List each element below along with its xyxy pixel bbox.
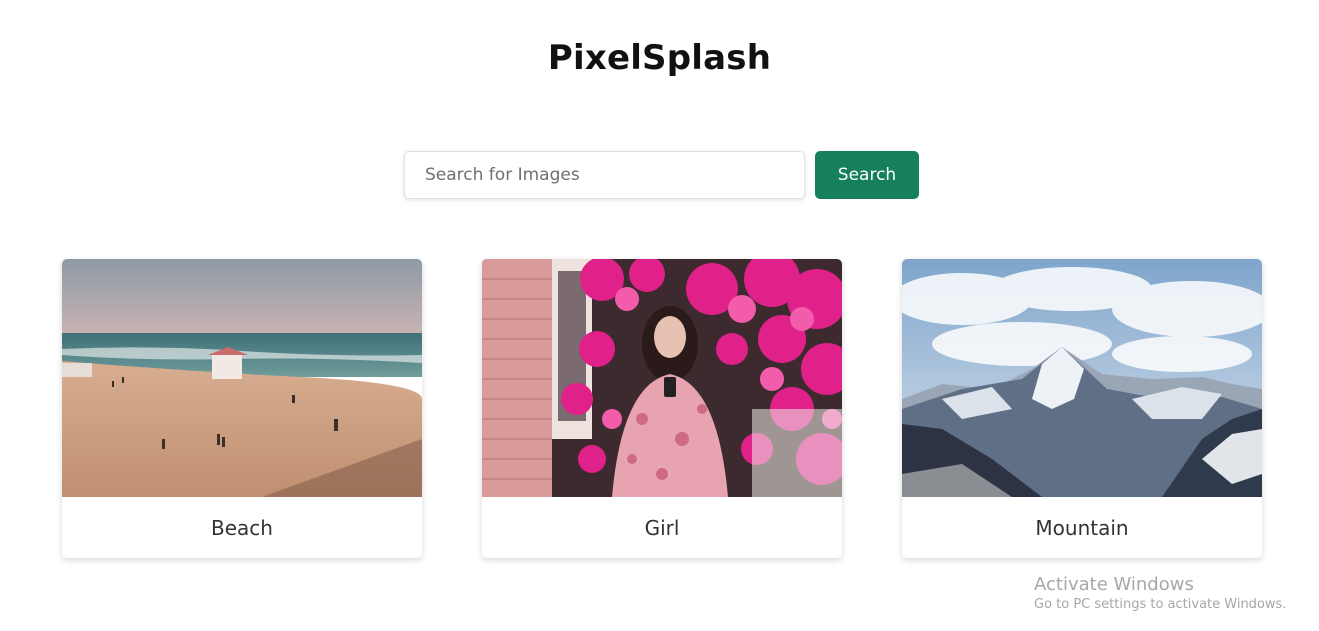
card-label: Mountain <box>1035 515 1129 540</box>
page: PixelSplash Search for Images Search Bea… <box>0 0 1319 631</box>
activate-windows-watermark: Activate Windows Go to PC settings to ac… <box>1034 574 1286 612</box>
watermark-title: Activate Windows <box>1034 574 1194 595</box>
watermark-subtitle: Go to PC settings to activate Windows. <box>1034 597 1287 612</box>
search-button[interactable]: Search <box>815 151 919 199</box>
card-label: Girl <box>644 515 680 540</box>
girl-with-flowers-photo[interactable] <box>482 259 842 497</box>
mountain-photo[interactable] <box>902 259 1262 497</box>
beach-photo[interactable] <box>62 259 422 497</box>
page-title: PixelSplash <box>547 38 772 78</box>
image-card-beach[interactable]: Beach <box>62 259 422 558</box>
image-card-girl[interactable]: Girl <box>482 259 842 558</box>
image-card-mountain[interactable]: Mountain <box>902 259 1262 558</box>
card-label: Beach <box>211 515 273 540</box>
search-input[interactable] <box>404 151 805 199</box>
search-bar: Search <box>404 151 919 199</box>
